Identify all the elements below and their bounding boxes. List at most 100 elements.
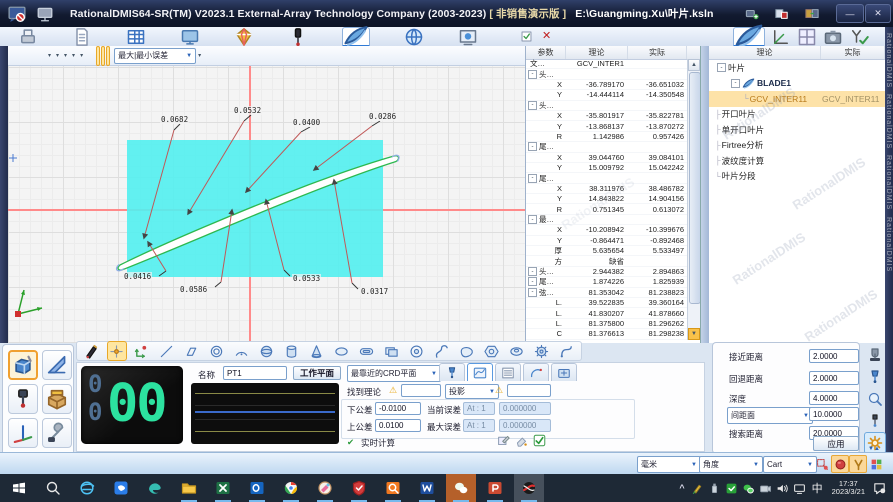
feature-cone-button[interactable] (307, 341, 327, 361)
feature-disc-button[interactable] (506, 341, 526, 361)
taskbar-outlook[interactable] (242, 474, 272, 502)
toolbar-blade-fit-2[interactable] (101, 46, 105, 66)
toolbar-blade-section-2[interactable]: ▾ (54, 46, 61, 66)
angle-dropdown[interactable]: 角度▼ (699, 456, 763, 473)
feature-cylinder-button[interactable] (282, 341, 302, 361)
window-menu-icon[interactable] (34, 5, 56, 23)
toolbar-wave-compare-1[interactable] (86, 46, 90, 66)
feature-curve-button[interactable] (431, 341, 451, 361)
feature-torus-button[interactable] (406, 341, 426, 361)
eraser-icon[interactable] (515, 434, 528, 447)
field-input[interactable]: 2.0000 (809, 371, 859, 385)
tools-button[interactable] (42, 418, 72, 448)
status-hand-button[interactable] (849, 455, 867, 473)
column-header[interactable]: 实际 (821, 46, 885, 59)
transfer-icon[interactable] (802, 7, 822, 21)
toolbar-zoom-region[interactable] (16, 46, 20, 66)
feature-alignment-button[interactable] (132, 341, 152, 361)
taskbar-design-tool[interactable] (310, 474, 340, 502)
taskbar-rationaldmis[interactable] (514, 474, 544, 502)
app-icon[interactable] (6, 5, 28, 23)
feature-surface-button[interactable] (456, 341, 476, 361)
status-snap-button[interactable] (813, 455, 831, 473)
taskbar-antivirus[interactable] (344, 474, 374, 502)
table-row[interactable]: X -36.789170 -36.651032 (526, 80, 687, 90)
tray-screenshot-icon[interactable] (759, 482, 772, 495)
feature-hook-button[interactable] (556, 341, 576, 361)
feature-plane-button[interactable] (182, 341, 202, 361)
table-row[interactable]: L. 81.375800 81.296262 (526, 319, 687, 329)
measure-tab-arc[interactable] (523, 363, 549, 381)
taskbar-chrome[interactable] (276, 474, 306, 502)
edit-icon[interactable] (497, 434, 510, 447)
spacing-plane-dropdown[interactable]: 间距面▼ (727, 407, 813, 424)
find-theoretical-input[interactable] (401, 384, 441, 397)
toolbar-window-zoom[interactable] (36, 46, 40, 66)
confirm-icon[interactable] (533, 434, 546, 447)
toolbar-pan[interactable] (21, 46, 25, 66)
notification-icon[interactable] (872, 481, 887, 496)
toolbar-view[interactable] (26, 46, 30, 66)
taskbar-pdf-reader[interactable] (378, 474, 408, 502)
field-input[interactable]: 4.0000 (809, 391, 859, 405)
ribbon-tab-probe[interactable] (288, 28, 308, 45)
close-panel-icon[interactable]: ✕ (542, 29, 551, 42)
field-input[interactable]: 10.0000 (809, 407, 859, 421)
upper-tolerance-input[interactable]: 0.0100 (375, 419, 421, 432)
ribbon-tab-document[interactable] (72, 28, 92, 45)
ribbon-tab-screen[interactable] (458, 28, 478, 45)
table-row[interactable]: X 38.311976 38.486782 (526, 184, 687, 194)
table-row[interactable]: -头… (526, 69, 687, 79)
measure-tab-list[interactable] (495, 363, 521, 381)
table-row[interactable]: L. 39.522835 39.360164 (526, 298, 687, 308)
table-row[interactable]: -最… (526, 215, 687, 225)
toolbar-select-region[interactable] (31, 46, 35, 66)
taskbar-word[interactable] (412, 474, 442, 502)
table-row[interactable]: X -35.801917 -35.822781 (526, 111, 687, 121)
tree-item-Firtree分析[interactable]: ├Firtree分析 (709, 138, 885, 154)
graphics-viewport[interactable]: 0.0682 0.0532 0.0400 0.0286 0.0416 0.058… (8, 66, 525, 343)
feature-arc-button[interactable] (232, 341, 252, 361)
toolbar-blade-section-5[interactable]: ▾ (78, 46, 85, 66)
toolbar-fit-view[interactable] (11, 46, 15, 66)
apply-button[interactable]: 应用 (813, 436, 859, 451)
measure-cube-button[interactable] (8, 350, 38, 380)
ime-indicator[interactable]: 中 (812, 480, 823, 496)
tree-item-叶片[interactable]: -叶片 (709, 60, 885, 76)
side-probe-button[interactable] (864, 366, 886, 388)
tree-item-叶片分段[interactable]: └叶片分段 (709, 169, 885, 185)
ribbon-tab-table[interactable] (126, 28, 146, 45)
name-input[interactable]: PT1 (223, 366, 287, 380)
coordinate-triad-button[interactable] (8, 418, 38, 448)
tree-toolbar-axes[interactable] (771, 28, 791, 45)
minimize-button[interactable]: — (836, 4, 864, 23)
tree-item-开口叶片[interactable]: ├开口叶片 (709, 107, 885, 123)
lower-tolerance-input[interactable]: -0.0100 (375, 402, 421, 415)
ribbon-tab-device[interactable] (18, 28, 38, 45)
table-row[interactable]: X -10.208942 -10.399676 (526, 225, 687, 235)
toolbar-blade-section-1[interactable]: ▾ (46, 46, 53, 66)
toolbar-curve-edit[interactable] (41, 46, 45, 66)
column-header[interactable]: 理论 (709, 46, 821, 59)
tree-toolbar-blade-view[interactable] (733, 27, 765, 47)
tree-item-BLADE1[interactable]: -BLADE1 (709, 76, 885, 92)
side-stamp-button[interactable] (864, 344, 886, 366)
tray-security-icon[interactable] (725, 482, 738, 495)
toolbar-blade-section-4[interactable]: ▾ (70, 46, 77, 66)
feature-slot-button[interactable] (356, 341, 376, 361)
tray-pen-tool-icon[interactable] (691, 482, 704, 495)
scrollbar[interactable]: ▲ ▼ (687, 59, 700, 340)
probe-head-button[interactable] (8, 384, 38, 414)
projection-input[interactable] (507, 384, 551, 397)
coords-dropdown[interactable]: Cart▼ (763, 456, 817, 473)
workplane-button[interactable]: 工作平面 (293, 366, 341, 380)
tray-network-icon[interactable] (793, 482, 806, 495)
table-row[interactable]: Y -13.868137 -13.870272 (526, 121, 687, 131)
taskbar-search[interactable] (38, 474, 68, 502)
tree-item-GCV_INTER11[interactable]: └GCV_INTER11GCV_INTER11 (709, 91, 885, 107)
toolbar-blade-fit-1[interactable] (96, 46, 100, 66)
scroll-up-icon[interactable]: ▲ (688, 59, 700, 71)
taskbar-internet-explorer[interactable] (72, 474, 102, 502)
table-row[interactable]: -尾… (526, 142, 687, 152)
solver-dropdown[interactable]: 最靠近的CRD平面▼ (347, 365, 441, 382)
